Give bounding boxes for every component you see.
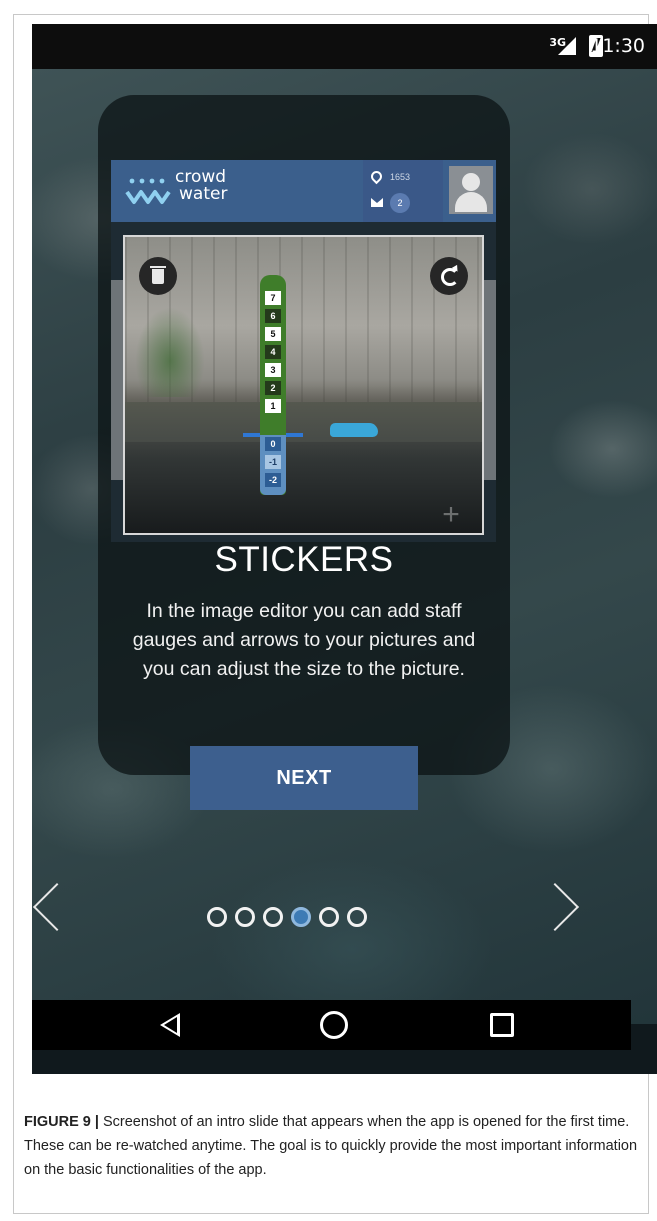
- plus-icon: +: [442, 498, 460, 531]
- app-header: crowd water 1653 2: [111, 160, 496, 222]
- mail-icon[interactable]: [371, 198, 383, 207]
- trash-icon[interactable]: [139, 257, 177, 295]
- gauge-mark: 7: [265, 291, 281, 305]
- gauge-mark: 2: [265, 381, 281, 395]
- header-counters: 1653 2: [363, 160, 443, 222]
- gauge-mark: 0: [265, 437, 281, 451]
- gauge-mark: 5: [265, 327, 281, 341]
- photo-water: [125, 402, 482, 442]
- page-dot[interactable]: [263, 907, 283, 927]
- page-dot[interactable]: [207, 907, 227, 927]
- gauge-mark: -1: [265, 455, 281, 469]
- drop-icon: [368, 168, 385, 185]
- gauge-lower-section: 0 -1 -2: [260, 435, 286, 495]
- signal-icon: [558, 37, 576, 55]
- photo-plant: [135, 307, 205, 397]
- photo-object: [330, 423, 378, 437]
- figure-caption: FIGURE 9 | Screenshot of an intro slide …: [24, 1110, 649, 1182]
- nav-recents-icon[interactable]: [490, 1013, 514, 1037]
- nav-home-icon[interactable]: [320, 1011, 348, 1039]
- page-dot[interactable]: [235, 907, 255, 927]
- avatar-body: [455, 192, 487, 212]
- android-nav-bar: [32, 1000, 631, 1050]
- list-item: [111, 280, 123, 480]
- staff-gauge-sticker[interactable]: 7 6 5 4 3 2 1 0 -1 -2: [260, 275, 286, 495]
- caption-label: FIGURE 9 |: [24, 1114, 99, 1130]
- gauge-mark: 6: [265, 309, 281, 323]
- avatar-icon: [462, 173, 480, 191]
- avatar[interactable]: [449, 166, 493, 214]
- slide-description: In the image editor you can add staff ga…: [132, 600, 476, 680]
- page-indicator: [207, 907, 367, 929]
- next-button[interactable]: NEXT: [190, 746, 418, 810]
- page-dot[interactable]: [291, 907, 311, 927]
- figure-page: 3G 11:30 crowd water 1653 2 7 6 5 4 3 2 …: [0, 0, 657, 1221]
- gauge-mark: 3: [265, 363, 281, 377]
- gauge-mark: -2: [265, 473, 281, 487]
- gauge-mark: 1: [265, 399, 281, 413]
- status-bar: 3G 11:30: [32, 24, 657, 69]
- logo-line-2: water: [179, 184, 228, 204]
- mail-count-badge: 2: [390, 193, 410, 213]
- page-dot[interactable]: [319, 907, 339, 927]
- slide-title: STICKERS: [214, 540, 394, 579]
- list-item: [484, 280, 496, 480]
- rotate-icon[interactable]: [430, 257, 468, 295]
- page-dot[interactable]: [347, 907, 367, 927]
- logo-text: crowd water: [175, 169, 227, 203]
- gauge-mark: 4: [265, 345, 281, 359]
- drop-count: 1653: [390, 172, 411, 182]
- crowdwater-logo-icon: [125, 178, 171, 204]
- status-time: 11:30: [590, 35, 645, 57]
- nav-back-icon[interactable]: [160, 1013, 180, 1037]
- caption-text: Screenshot of an intro slide that appear…: [24, 1114, 638, 1178]
- image-editor-photo: 7 6 5 4 3 2 1 0 -1 -2: [123, 235, 484, 535]
